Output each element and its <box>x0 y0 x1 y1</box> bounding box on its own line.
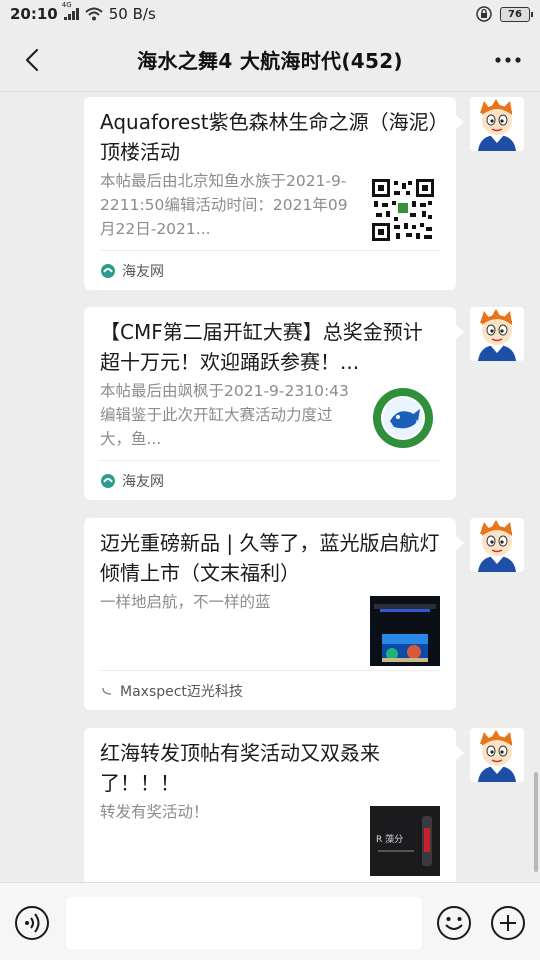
status-bar: 20:10 4G 50 B/s 76 <box>0 0 540 28</box>
signal-icon: 4G <box>62 1 79 20</box>
plus-button[interactable] <box>490 905 526 941</box>
plus-icon <box>491 906 525 940</box>
link-source-icon <box>102 687 112 695</box>
source-logo-icon <box>101 473 115 488</box>
card-title: Aquaforest紫色森林生命之源（海泥）顶楼活动 <box>100 110 439 164</box>
emoji-icon <box>437 906 471 940</box>
voice-icon <box>15 906 49 940</box>
card-description: 一样地启航，不一样的蓝 <box>100 593 271 611</box>
avatar[interactable] <box>470 307 524 361</box>
card-source-label: Maxspect迈光科技 <box>120 683 243 700</box>
wifi-icon <box>85 7 103 21</box>
lock-rotation-icon <box>476 6 492 22</box>
chat-area[interactable]: Aquaforest紫色森林生命之源（海泥）顶楼活动 本帖最后由北京知鱼水族于2… <box>0 92 540 882</box>
link-card[interactable]: Aquaforest紫色森林生命之源（海泥）顶楼活动 本帖最后由北京知鱼水族于2… <box>84 97 464 290</box>
voice-button[interactable] <box>14 905 50 941</box>
emoji-button[interactable] <box>436 905 472 941</box>
avatar[interactable] <box>470 97 524 151</box>
card-title: 【CMF第二届开缸大赛】总奖金预计超十万元！欢迎踊跃参赛！... <box>100 320 423 374</box>
card-description: 转发有奖活动！ <box>100 803 209 821</box>
card-source: 海友网 <box>100 250 440 290</box>
card-title: 迈光重磅新品 | 久等了，蓝光版启航灯倾情上市（文末福利） <box>100 531 440 585</box>
link-card[interactable]: 红海转发顶帖有奖活动又双叒来了！！！ 转发有奖活动！ R 藻分 <box>84 728 464 882</box>
card-source: Maxspect迈光科技 <box>100 670 440 710</box>
more-dots-icon <box>495 57 521 63</box>
chevron-left-icon <box>25 48 39 72</box>
network-tag: 4G <box>61 1 72 9</box>
card-source-label: 海友网 <box>122 473 164 490</box>
network-speed: 50 B/s <box>108 5 156 23</box>
avatar[interactable] <box>470 728 524 782</box>
source-logo-icon <box>101 263 115 278</box>
card-source-label: 海友网 <box>122 263 164 280</box>
message-input[interactable] <box>66 897 422 949</box>
link-card[interactable]: 迈光重磅新品 | 久等了，蓝光版启航灯倾情上市（文末福利） 一样地启航，不一样的… <box>84 518 464 710</box>
status-time: 20:10 <box>10 5 58 23</box>
badge-logo-thumbnail <box>372 387 434 449</box>
card-title: 红海转发顶帖有奖活动又双叒来了！！！ <box>100 741 380 795</box>
thumbnail-caption: R 藻分 <box>376 835 404 845</box>
qr-code-thumbnail <box>372 179 434 241</box>
product-photo-thumbnail: R 藻分 <box>370 806 440 876</box>
battery-icon: 76 <box>500 6 533 22</box>
scrollbar[interactable] <box>534 772 538 872</box>
input-bar <box>0 882 540 960</box>
back-button[interactable] <box>14 42 50 78</box>
card-description: 本帖最后由飒枫于2021-9-2310:43编辑鉴于此次开缸大赛活动力度过大，鱼… <box>100 382 349 448</box>
card-source: 海友网 <box>100 460 440 500</box>
link-card[interactable]: 【CMF第二届开缸大赛】总奖金预计超十万元！欢迎踊跃参赛！... 本帖最后由飒枫… <box>84 307 464 500</box>
avatar[interactable] <box>470 518 524 572</box>
aquarium-photo-thumbnail <box>370 596 440 666</box>
battery-level: 76 <box>508 8 522 20</box>
card-description: 本帖最后由北京知鱼水族于2021-9-2211:50编辑活动时间：2021年09… <box>100 172 348 238</box>
chat-title: 海水之舞4 大航海时代(452) <box>137 49 403 73</box>
chat-header: 海水之舞4 大航海时代(452) <box>0 28 540 92</box>
more-button[interactable] <box>490 42 526 78</box>
